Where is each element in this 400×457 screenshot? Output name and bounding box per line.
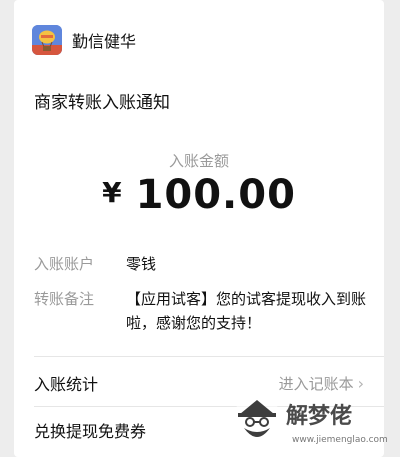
coupon-label: 兑换提现免费券 [34,422,147,441]
amount-label: 入账金额 [168,152,229,170]
divider [34,356,384,357]
open-ledger-label: 进入记账本 [278,374,354,393]
app-icon [32,25,62,55]
app-name: 勤信健华 [72,32,137,51]
detail-row-remark: 转账备注 【应用试客】您的试客提现收入到账啦，感谢您的支持！ [34,287,374,335]
detail-value: 零钱 [126,255,157,273]
detail-key: 转账备注 [34,290,95,308]
currency-symbol: ¥ [102,176,122,209]
notice-title: 商家转账入账通知 [34,93,170,113]
coupon-row[interactable]: 兑换提现免费券 [34,418,146,442]
stats-label: 入账统计 [34,375,99,394]
bearded-man-logo-icon [232,396,282,446]
notification-card: 勤信健华 商家转账入账通知 入账金额 ¥100.00 入账账户 零钱 转账备注 … [14,0,384,457]
amount-display: ¥100.00 [14,172,384,218]
amount-value: 100.00 [135,172,296,218]
chevron-right-icon: › [357,373,364,393]
watermark: 解梦佬 www.jiemenglao.com [230,392,400,454]
detail-value: 【应用试客】您的试客提现收入到账啦，感谢您的支持！ [126,290,367,332]
watermark-url: www.jiemenglao.com [292,435,388,445]
open-ledger-link[interactable]: 进入记账本 › [279,373,364,394]
watermark-text: 解梦佬 [286,404,353,429]
detail-key: 入账账户 [34,255,95,273]
detail-row-account: 入账账户 零钱 [34,252,374,276]
card-header[interactable]: 勤信健华 [32,24,136,56]
